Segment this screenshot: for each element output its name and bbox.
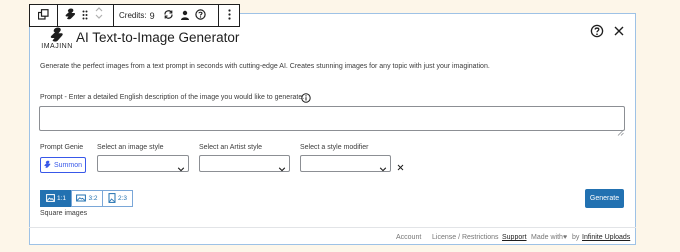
page-title: AI Text-to-Image Generator: [76, 30, 240, 45]
summon-button[interactable]: Summon: [40, 157, 86, 173]
footer-company-link[interactable]: Infinite Uploads: [582, 234, 630, 241]
artist-style-select[interactable]: [199, 155, 290, 172]
close-icon: [396, 159, 405, 176]
ratio-button-landscape[interactable]: 3:2: [71, 190, 103, 207]
ratio-button-square[interactable]: 1:1: [40, 190, 72, 207]
clear-modifier-button[interactable]: [396, 159, 405, 171]
square-image-icon: [46, 193, 55, 204]
refresh-credits-button[interactable]: [161, 5, 177, 26]
logo-text: IMAJINN: [41, 43, 73, 50]
footer-license-link[interactable]: License / Restrictions: [432, 234, 499, 241]
style-modifier-label: Select a style modifier: [300, 144, 369, 151]
ratio-button-portrait[interactable]: 2:3: [102, 190, 133, 207]
help-button[interactable]: [590, 24, 604, 38]
close-button[interactable]: [612, 24, 626, 38]
chevron-down-icon: [278, 160, 286, 178]
toolbar-group-transform: [29, 4, 58, 27]
move-up-down-icon: [95, 6, 103, 25]
landscape-image-icon: [76, 194, 87, 204]
toolbar-group-credits: Credits: 9: [113, 4, 219, 27]
footer-support-link[interactable]: Support: [502, 234, 527, 241]
footer-divider: [29, 227, 636, 228]
chevron-down-icon: [177, 160, 185, 178]
imajinn-block-icon: [65, 7, 76, 25]
info-icon: [301, 90, 311, 107]
duplicate-button[interactable]: [30, 5, 57, 26]
image-style-label: Select an image style: [97, 144, 164, 151]
more-options-icon: [227, 7, 231, 25]
prompt-genie-label: Prompt Genie: [40, 144, 84, 151]
portrait-image-icon: [108, 192, 116, 205]
footer-account-link[interactable]: Account: [396, 234, 421, 241]
chevron-down-icon: [379, 160, 387, 178]
toolbar-group-options: [218, 4, 240, 27]
image-style-select[interactable]: [97, 155, 189, 172]
generate-button[interactable]: Generate: [585, 189, 624, 208]
drag-handle[interactable]: [78, 5, 92, 26]
help-icon: [590, 24, 604, 42]
editor-canvas: Credits: 9 IMAJINN AI Text-to-Image Gene…: [0, 0, 680, 252]
account-button[interactable]: [177, 5, 193, 26]
ratio-label: 1:1: [56, 195, 67, 202]
drag-handle-icon: [82, 7, 88, 25]
close-icon: [612, 25, 626, 42]
imajinn-genie-icon: [44, 160, 51, 171]
style-modifier-select[interactable]: [300, 155, 391, 172]
summon-label: Summon: [53, 161, 82, 169]
aspect-ratio-group: 1:1 3:2 2:3: [40, 190, 133, 207]
account-icon: [180, 7, 190, 25]
textarea-resize-handle[interactable]: [617, 123, 624, 136]
prompt-input[interactable]: [39, 106, 625, 131]
ratio-label: 3:2: [88, 195, 98, 202]
more-options-button[interactable]: [219, 5, 239, 26]
move-up-down-button[interactable]: [92, 5, 106, 26]
toolbar-help-button[interactable]: [193, 5, 209, 26]
heart-icon: ♥: [563, 234, 568, 241]
description-text: Generate the perfect images from a text …: [40, 63, 490, 70]
block-type-button[interactable]: [62, 5, 78, 26]
artist-style-label: Select an Artist style: [199, 144, 263, 151]
footer-by: by: [572, 234, 580, 241]
refresh-icon: [163, 7, 174, 25]
footer-made-with: Made with: [531, 234, 563, 241]
imajinn-logo: IMAJINN: [40, 27, 74, 53]
prompt-info-button[interactable]: [301, 90, 311, 103]
ratio-label: 2:3: [117, 195, 128, 202]
block-toolbar: Credits: 9: [29, 4, 240, 27]
duplicate-icon: [37, 7, 49, 25]
aspect-ratio-caption: Square images: [40, 210, 88, 217]
credits-label: Credits:: [119, 11, 147, 20]
credits-value: 9: [149, 10, 155, 21]
help-icon: [195, 7, 206, 25]
toolbar-group-block: [57, 4, 114, 27]
prompt-label: Prompt - Enter a detailed English descri…: [40, 94, 305, 101]
imajinn-logo-icon: [50, 27, 63, 42]
